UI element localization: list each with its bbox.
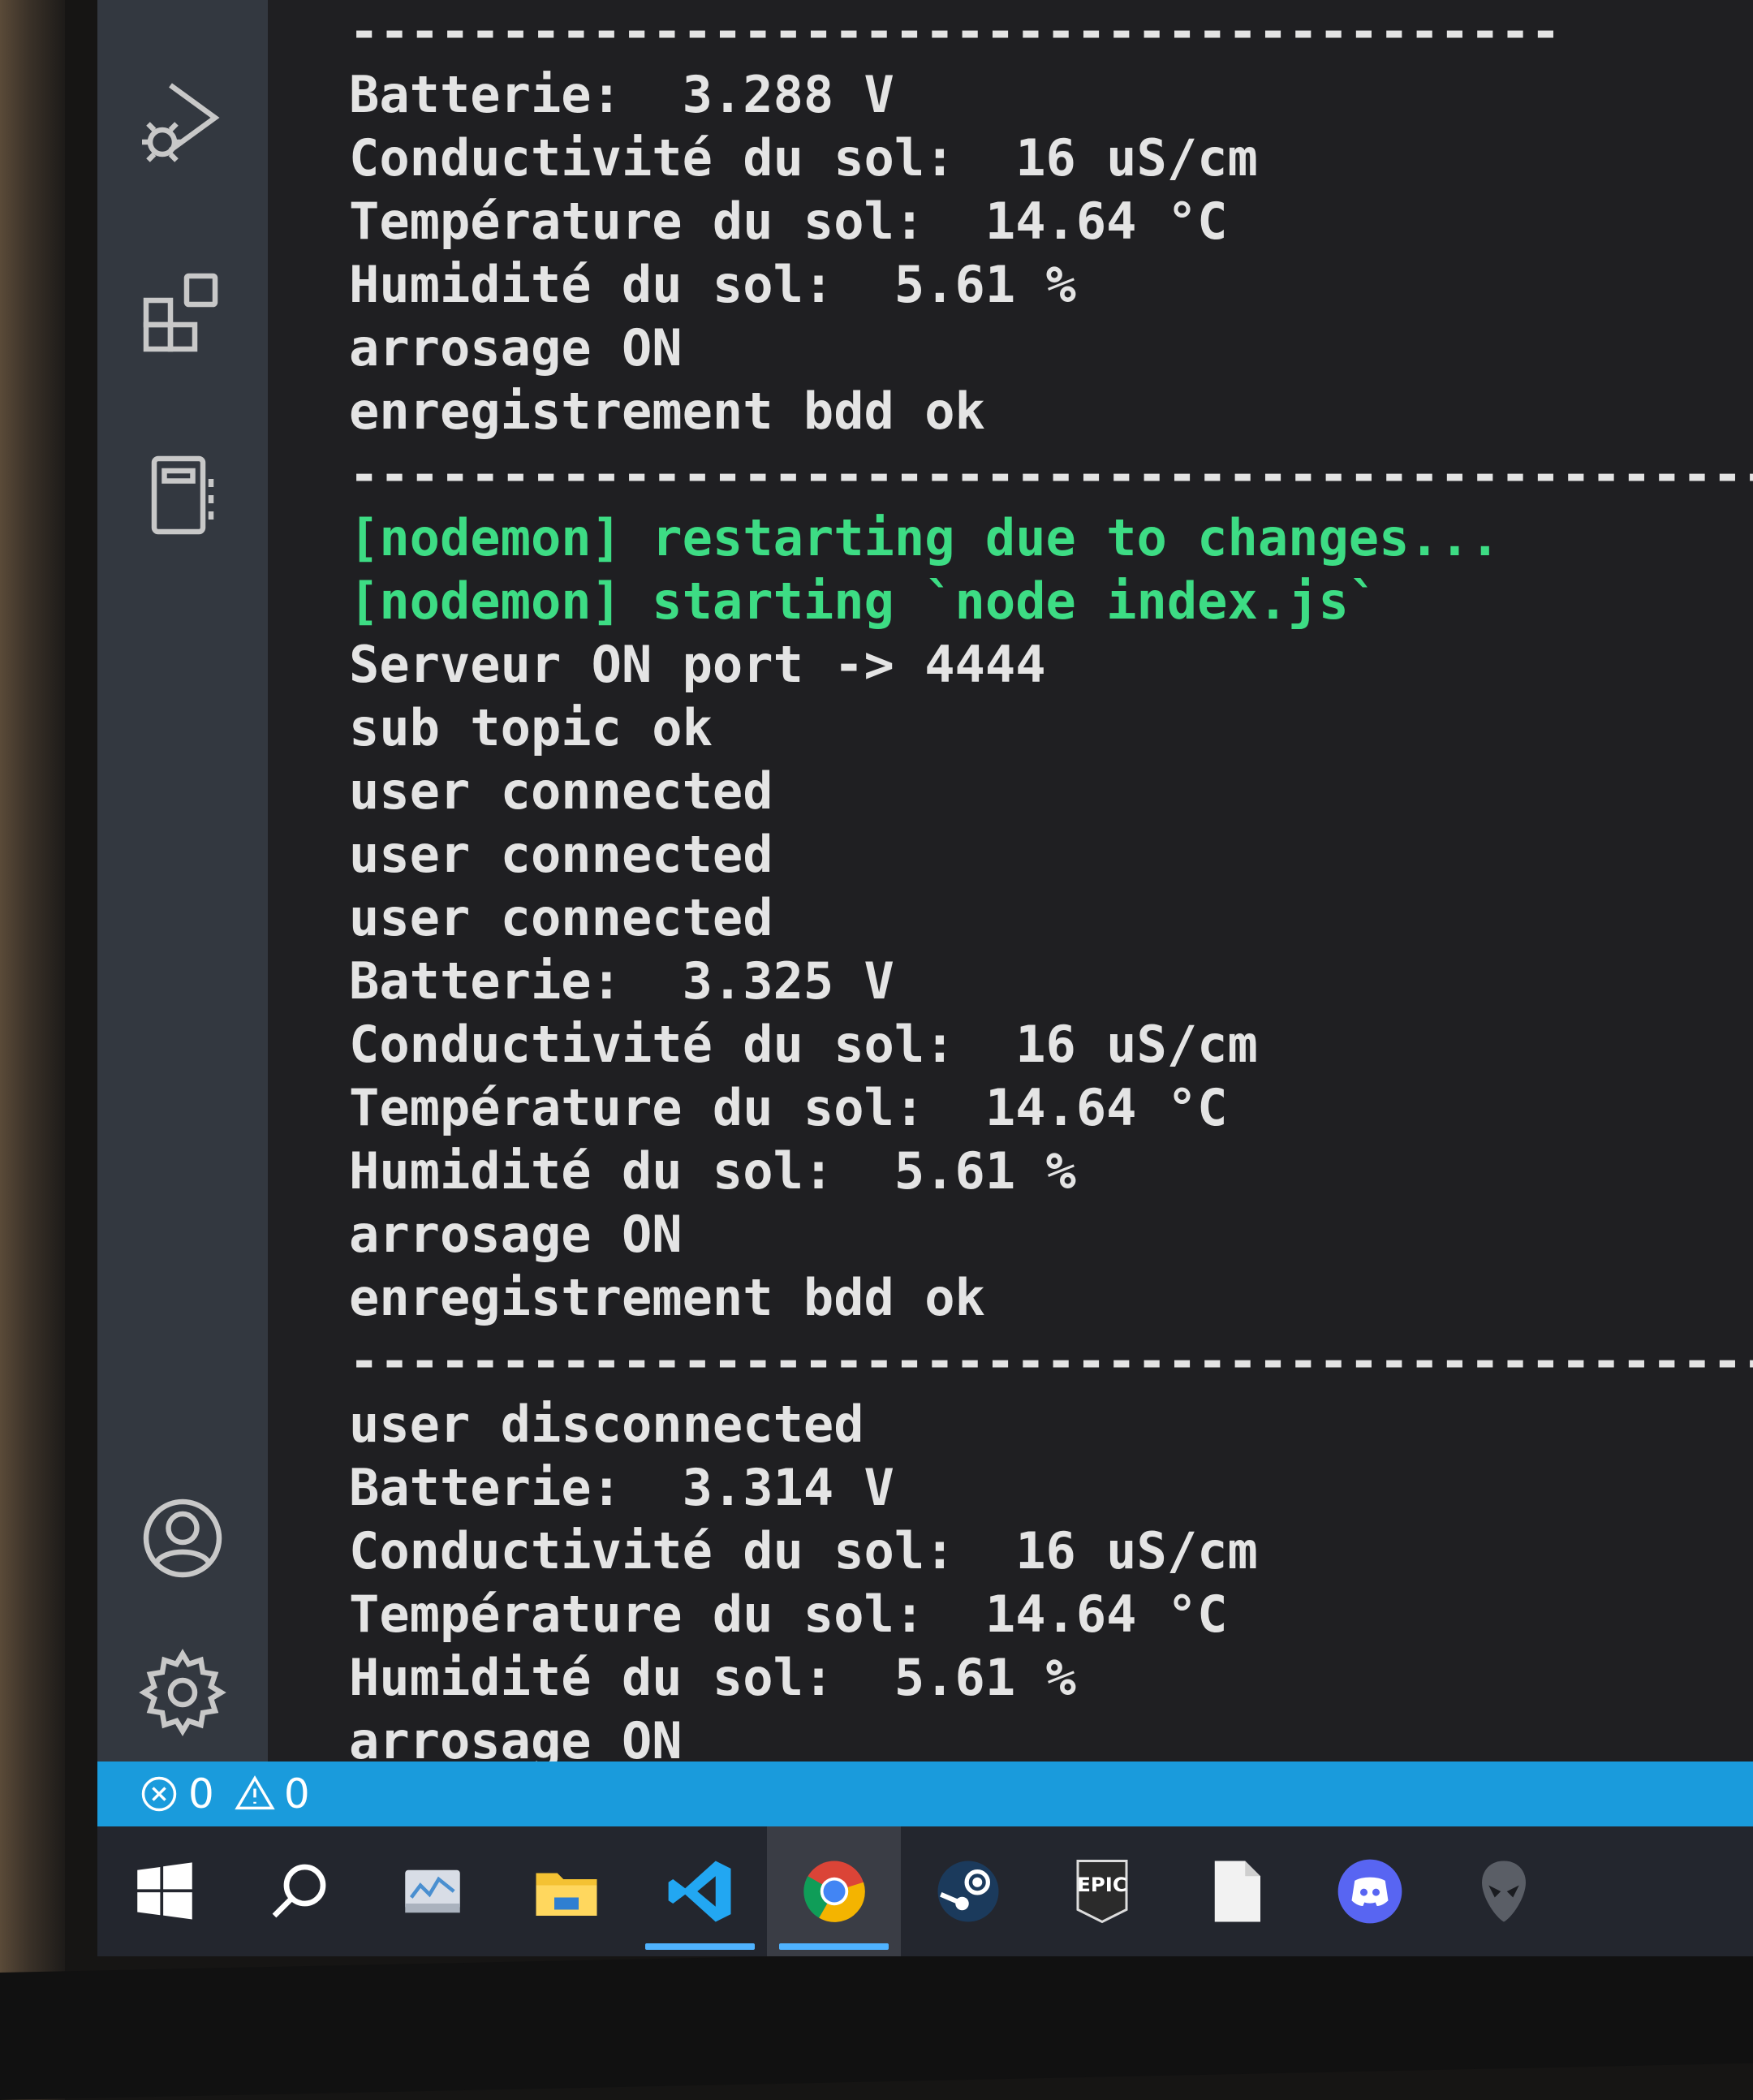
nodemon-log-line: [nodemon] restarting due to changes... (349, 508, 1501, 567)
epic-games-label: EPIC (1077, 1873, 1126, 1896)
active-indicator (779, 1943, 889, 1950)
warning-count: 0 (283, 1770, 310, 1818)
vscode-button[interactable] (633, 1826, 767, 1956)
remote-explorer-icon[interactable] (130, 442, 235, 548)
terminal-line: Serveur ON port -> 4444 (349, 635, 1046, 694)
discord-button[interactable] (1303, 1826, 1436, 1956)
steam-icon (937, 1861, 998, 1922)
notepad-button[interactable] (1169, 1826, 1303, 1956)
terminal-line: user connected (349, 761, 773, 821)
terminal-line: Température du sol: 14.64 °C (349, 192, 1228, 251)
terminal-line: user disconnected (349, 1395, 864, 1454)
discord-icon (1337, 1859, 1402, 1924)
vscode-icon (668, 1861, 730, 1922)
separator-line: ----------------------------------------… (349, 445, 1753, 504)
terminal-line: user connected (349, 888, 773, 947)
file-explorer-icon (536, 1873, 597, 1916)
windows-start-icon (136, 1862, 192, 1920)
terminal-line: enregistrement bdd ok (349, 1268, 985, 1327)
terminal-line: arrosage ON (349, 318, 683, 377)
active-indicator (645, 1943, 755, 1950)
terminal-line: user connected (349, 825, 773, 884)
search-button[interactable] (231, 1826, 365, 1956)
monitor-bezel-left (0, 0, 65, 2100)
windows-start-button[interactable] (97, 1826, 231, 1956)
alienware-button[interactable] (1436, 1826, 1570, 1956)
terminal-output: ----------------------------------------… (349, 0, 1753, 1899)
terminal-line: Batterie: 3.314 V (349, 1458, 894, 1517)
terminal-panel[interactable]: ----------------------------------------… (268, 0, 1753, 1956)
error-icon (141, 1776, 177, 1812)
search-icon (272, 1864, 325, 1918)
nodemon-log-line: [nodemon] starting `node index.js` (349, 571, 1380, 631)
screen: ----------------------------------------… (97, 0, 1753, 1956)
extensions-icon[interactable] (130, 260, 235, 365)
activity-bar (97, 0, 269, 1761)
separator-line: ----------------------------------------… (349, 1331, 1753, 1391)
problems-indicator[interactable]: 0 (138, 1770, 214, 1818)
terminal-line: Température du sol: 14.64 °C (349, 1078, 1228, 1137)
warnings-indicator[interactable]: 0 (234, 1770, 310, 1818)
task-view-icon (404, 1869, 460, 1913)
terminal-line: Conductivité du sol: 16 uS/cm (349, 1521, 1258, 1580)
task-view-button[interactable] (365, 1826, 499, 1956)
epic-games-icon: EPIC (1076, 1860, 1127, 1924)
terminal-line: Conductivité du sol: 16 uS/cm (349, 1015, 1258, 1074)
terminal-line: enregistrement bdd ok (349, 382, 985, 441)
terminal-line: Humidité du sol: 5.61 % (349, 255, 1076, 314)
chrome-icon (803, 1861, 865, 1922)
error-count: 0 (188, 1770, 214, 1818)
file-explorer-button[interactable] (499, 1826, 633, 1956)
terminal-line: Batterie: 3.288 V (349, 65, 894, 124)
chrome-button[interactable] (767, 1826, 901, 1956)
separator-line: ---------------------------------------- (349, 2, 1561, 61)
windows-taskbar: EPIC (97, 1826, 1753, 1956)
run-debug-icon[interactable] (130, 69, 235, 175)
status-bar: 0 0 (97, 1761, 1753, 1826)
epic-games-button[interactable]: EPIC (1035, 1826, 1169, 1956)
settings-gear-icon[interactable] (130, 1640, 235, 1745)
warning-icon (235, 1775, 275, 1810)
terminal-line: Conductivité du sol: 16 uS/cm (349, 128, 1258, 188)
terminal-line: arrosage ON (349, 1205, 683, 1264)
terminal-line: Humidité du sol: 5.61 % (349, 1648, 1076, 1707)
account-icon[interactable] (130, 1486, 235, 1591)
alienware-icon (1481, 1861, 1526, 1922)
terminal-line: Batterie: 3.325 V (349, 951, 894, 1011)
terminal-line: sub topic ok (349, 698, 713, 757)
terminal-line: Humidité du sol: 5.61 % (349, 1141, 1076, 1201)
terminal-line: Température du sol: 14.64 °C (349, 1585, 1228, 1644)
steam-button[interactable] (901, 1826, 1035, 1956)
notepad-icon (1214, 1861, 1260, 1922)
